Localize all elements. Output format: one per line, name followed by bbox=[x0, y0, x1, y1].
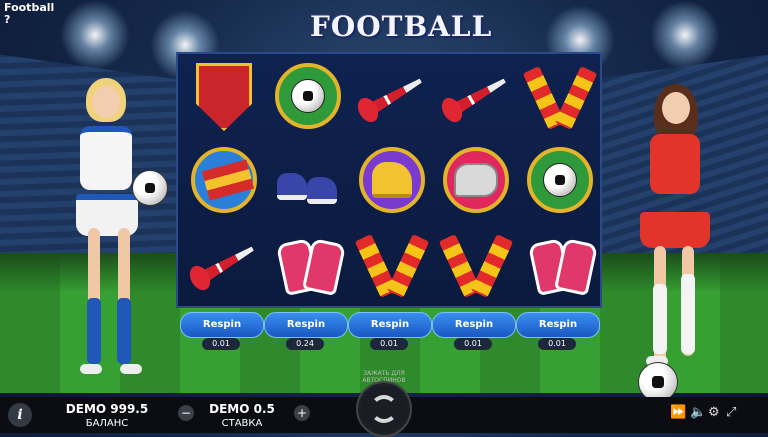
corner-title: Football ? bbox=[4, 2, 54, 26]
bet-value: DEMO 0.5 bbox=[209, 402, 275, 416]
respin-button-1[interactable]: Respin bbox=[180, 312, 264, 338]
left-cheerleader bbox=[40, 78, 180, 398]
balance-value: DEMO 999.5 bbox=[65, 402, 149, 416]
sneakers-icon bbox=[277, 173, 307, 200]
help-icon[interactable]: ? bbox=[4, 14, 54, 26]
symbol-gloves bbox=[266, 224, 350, 308]
spin-button[interactable] bbox=[356, 381, 412, 437]
floodlight bbox=[650, 0, 720, 70]
floodlight bbox=[60, 0, 130, 70]
symbol-sneakers bbox=[266, 140, 350, 224]
respin-button-5[interactable]: Respin bbox=[516, 312, 600, 338]
symbol-scarf bbox=[350, 224, 434, 308]
symbol-scarf bbox=[518, 56, 602, 140]
respin-button-2[interactable]: Respin bbox=[264, 312, 348, 338]
football-icon bbox=[132, 170, 168, 206]
ball-medal-icon bbox=[527, 147, 593, 213]
info-button[interactable]: i bbox=[8, 403, 32, 427]
symbol-flags-medal bbox=[182, 140, 266, 224]
respin-price-2: 0.24 bbox=[286, 338, 324, 350]
symbol-ball-medal bbox=[518, 140, 602, 224]
whistle-icon bbox=[443, 147, 509, 213]
symbol-scarf bbox=[434, 224, 518, 308]
football-icon bbox=[638, 362, 678, 402]
spin-arrows-icon bbox=[370, 395, 398, 423]
pennant-icon bbox=[196, 63, 252, 131]
symbol-pennant bbox=[182, 56, 266, 140]
sound-icon[interactable]: 🔈 bbox=[690, 405, 706, 420]
symbol-vuvuzela bbox=[182, 224, 266, 308]
reel-grid bbox=[176, 52, 602, 308]
game-title-text: Football bbox=[4, 1, 55, 14]
balance-label: БАЛАНС bbox=[85, 418, 129, 429]
bet-increase-button[interactable]: + bbox=[294, 405, 310, 421]
respin-button-4[interactable]: Respin bbox=[432, 312, 516, 338]
fullscreen-icon[interactable]: ⤢ bbox=[726, 405, 736, 420]
fast-forward-icon[interactable]: ⏩ bbox=[670, 405, 686, 420]
respin-button-3[interactable]: Respin bbox=[348, 312, 432, 338]
symbol-gloves bbox=[518, 224, 602, 308]
settings-icon[interactable]: ⚙ bbox=[708, 405, 720, 420]
game-logo: FOOTBALL bbox=[310, 10, 493, 43]
symbol-golden-boot-medal bbox=[350, 140, 434, 224]
flags-icon bbox=[191, 147, 257, 213]
respin-price-4: 0.01 bbox=[454, 338, 492, 350]
ball-medal-icon bbox=[275, 63, 341, 129]
respin-price-1: 0.01 bbox=[202, 338, 240, 350]
symbol-whistle-medal bbox=[434, 140, 518, 224]
golden-boot-icon bbox=[359, 147, 425, 213]
symbol-ball-medal bbox=[266, 56, 350, 140]
bet-decrease-button[interactable]: − bbox=[178, 405, 194, 421]
bet-label: СТАВКА bbox=[221, 418, 263, 429]
symbol-vuvuzela bbox=[434, 56, 518, 140]
respin-price-3: 0.01 bbox=[370, 338, 408, 350]
right-cheerleader bbox=[610, 84, 720, 402]
symbol-vuvuzela bbox=[350, 56, 434, 140]
respin-price-5: 0.01 bbox=[538, 338, 576, 350]
